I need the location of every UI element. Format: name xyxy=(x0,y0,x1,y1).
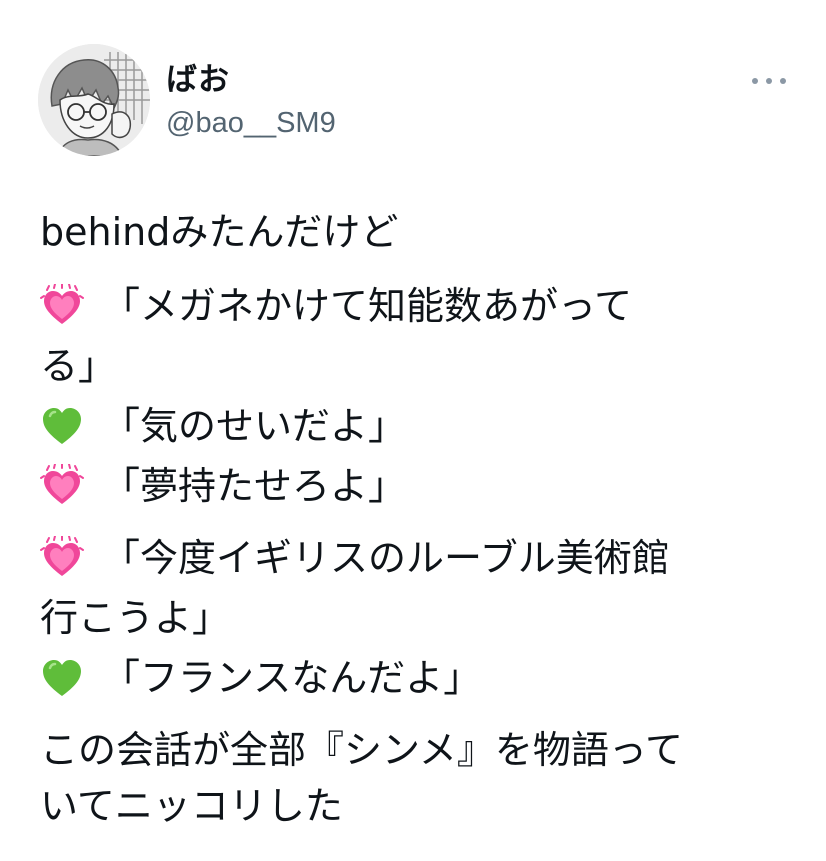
display-name[interactable]: ばお xyxy=(166,60,230,100)
tweet-line: この会話が全部『シンメ』を物語って xyxy=(40,720,683,780)
tweet-line-text: 「今度イギリスのルーブル美術館 xyxy=(102,536,670,580)
tweet-line-text: 「メガネかけて知能数あがって xyxy=(102,284,633,328)
tweet-line: 「気のせいだよ」 xyxy=(40,396,406,456)
more-horizontal-icon xyxy=(752,78,758,84)
more-options-button[interactable] xyxy=(752,66,786,96)
tweet-line-text: 「気のせいだよ」 xyxy=(102,404,407,448)
tweet-line: いてニッコリした xyxy=(40,776,343,836)
more-horizontal-icon-dot xyxy=(780,78,786,84)
user-handle[interactable]: @bao__SM9 xyxy=(166,104,336,142)
tweet-line: behindみたんだけど xyxy=(40,202,398,262)
tweet-line: 行こうよ」 xyxy=(40,588,230,648)
tweet-line-text: 「フランスなんだよ」 xyxy=(102,656,482,700)
tweet-line-text: る」 xyxy=(40,344,117,388)
tweet-line-text: この会話が全部『シンメ』を物語って xyxy=(40,728,683,772)
green-heart-icon xyxy=(40,404,84,448)
tweet-line: 「夢持たせろよ」 xyxy=(40,456,406,516)
tweet-line: 「フランスなんだよ」 xyxy=(40,648,481,708)
more-horizontal-icon-dot xyxy=(766,78,772,84)
tweet-line-text: いてニッコリした xyxy=(40,784,343,828)
tweet-line-text: 「夢持たせろよ」 xyxy=(102,464,407,508)
sparkling-pink-heart-icon xyxy=(40,284,84,328)
sparkling-pink-heart-icon xyxy=(40,464,84,508)
tweet-card: ばお @bao__SM9 behindみたんだけど 「メガネかけて知能数あがって… xyxy=(0,0,826,861)
avatar[interactable] xyxy=(38,44,150,156)
tweet-line-text: behindみたんだけど xyxy=(40,210,399,254)
tweet-line-text: 行こうよ」 xyxy=(40,596,231,640)
green-heart-icon xyxy=(40,656,84,700)
avatar-illustration xyxy=(38,44,150,156)
sparkling-pink-heart-icon xyxy=(40,536,84,580)
tweet-line: 「メガネかけて知能数あがって xyxy=(40,276,632,336)
tweet-line: 「今度イギリスのルーブル美術館 xyxy=(40,528,670,588)
tweet-line: る」 xyxy=(40,336,116,396)
